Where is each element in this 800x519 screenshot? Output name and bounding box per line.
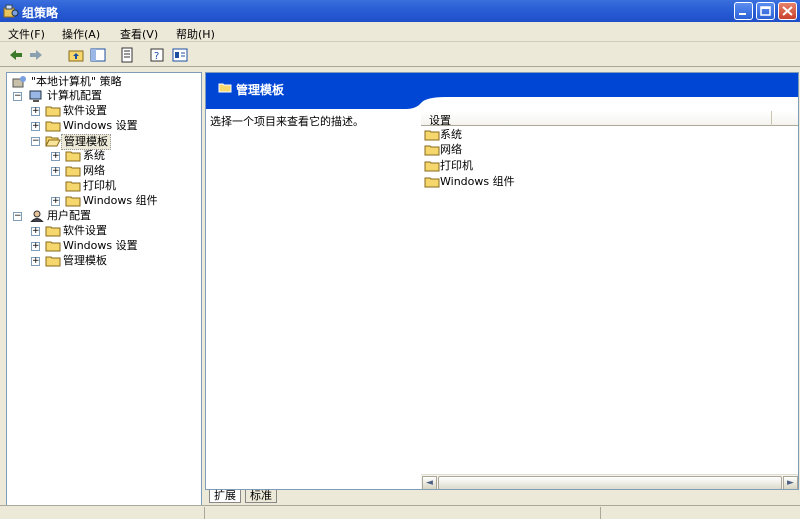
tree-item-label: 管理模板 (63, 254, 107, 267)
window-title: 组策略 (22, 6, 59, 20)
close-icon (782, 6, 793, 16)
close-button[interactable] (778, 2, 797, 20)
folder-icon (45, 256, 61, 267)
tree-item-label: Windows 设置 (63, 119, 138, 132)
expand-icon[interactable]: + (51, 197, 60, 206)
tree-root-label: "本地计算机" 策略 (31, 75, 122, 88)
expand-icon[interactable]: + (31, 227, 40, 236)
expand-icon[interactable]: + (31, 242, 40, 251)
maximize-icon (760, 6, 771, 16)
folder-icon (45, 121, 61, 132)
column-divider[interactable] (771, 111, 772, 126)
tree-item-label: 系统 (83, 149, 105, 162)
folder-icon (424, 145, 440, 156)
minimize-button[interactable] (734, 2, 753, 20)
details-pane: 管理模板 选择一个项目来查看它的描述。 设置 系统 网络 打印机 Windows… (205, 72, 799, 490)
folder-icon (45, 241, 61, 252)
toolbar: ? (0, 43, 800, 67)
folder-icon (424, 161, 440, 172)
up-folder-icon[interactable] (68, 47, 84, 63)
open-folder-icon (45, 136, 61, 147)
expand-icon[interactable]: + (31, 257, 40, 266)
tree-item-label: Windows 组件 (83, 194, 158, 207)
group-policy-icon (3, 4, 19, 18)
tree-item-label: 用户配置 (47, 209, 91, 222)
forward-arrow-icon[interactable] (28, 47, 44, 63)
menu-file[interactable]: 文件(F) (8, 26, 45, 42)
view-tabs: 扩展 标准 (205, 490, 799, 504)
folder-icon (65, 181, 81, 192)
expand-icon[interactable]: + (51, 167, 60, 176)
header-curve (206, 97, 798, 109)
description-text: 选择一个项目来查看它的描述。 (210, 115, 364, 128)
minimize-icon (739, 13, 746, 15)
help-icon[interactable]: ? (150, 47, 166, 63)
menu-bar: 文件(F) 操作(A) 查看(V) 帮助(H) (0, 22, 800, 42)
user-icon (30, 210, 44, 222)
tree-item-label: Windows 设置 (63, 239, 138, 252)
policy-root-icon (12, 76, 26, 88)
group-policy-window: 组策略 文件(F) 操作(A) 查看(V) 帮助(H) ? "本地计算机" 策略 (0, 0, 800, 519)
folder-icon (45, 106, 61, 117)
tab-standard[interactable]: 标准 (245, 490, 277, 503)
maximize-button[interactable] (756, 2, 775, 20)
svg-text:?: ? (154, 51, 159, 62)
tree-item-label: 软件设置 (63, 224, 107, 237)
tree-item-label: 网络 (83, 164, 105, 177)
folder-icon (65, 166, 81, 177)
list-header: 设置 (421, 111, 798, 128)
header-title: 管理模板 (236, 83, 285, 97)
expand-icon[interactable]: + (51, 152, 60, 161)
collapse-icon[interactable]: − (13, 92, 22, 101)
tree-item-label: 软件设置 (63, 104, 107, 117)
list-item-label: 网络 (440, 143, 462, 156)
title-bar[interactable]: 组策略 (0, 0, 800, 22)
tree-item-label: 计算机配置 (47, 89, 102, 102)
export-list-icon[interactable] (120, 47, 136, 63)
tab-extended[interactable]: 扩展 (209, 490, 241, 503)
collapse-icon[interactable]: − (13, 212, 22, 221)
collapse-icon[interactable]: − (31, 137, 40, 146)
status-segment (204, 507, 504, 519)
header-folder-icon (218, 83, 232, 93)
folder-icon (65, 151, 81, 162)
status-segment (600, 507, 800, 519)
properties-icon[interactable] (172, 47, 188, 63)
expand-icon[interactable]: + (31, 122, 40, 131)
folder-icon (45, 226, 61, 237)
show-hide-tree-icon[interactable] (90, 47, 106, 63)
folder-icon (65, 196, 81, 207)
console-tree: "本地计算机" 策略 − 计算机配置 + 软件设置 + Windows 设置 −… (6, 72, 202, 506)
list-item-label: 打印机 (440, 159, 473, 172)
horizontal-scrollbar[interactable]: ◄ ► (421, 474, 798, 489)
list-item-label: Windows 组件 (440, 175, 515, 188)
scroll-left-button[interactable]: ◄ (422, 476, 437, 489)
menu-help[interactable]: 帮助(H) (176, 26, 215, 42)
back-arrow-icon[interactable] (8, 47, 24, 63)
computer-icon (29, 90, 42, 102)
folder-icon (424, 130, 440, 141)
list-item-label: 系统 (440, 128, 462, 141)
folder-icon (424, 177, 440, 188)
expand-icon[interactable]: + (31, 107, 40, 116)
menu-action[interactable]: 操作(A) (62, 26, 100, 42)
column-header-settings[interactable]: 设置 (429, 112, 451, 128)
status-bar (0, 505, 800, 519)
tree-item-label: 管理模板 (61, 134, 111, 150)
scroll-right-button[interactable]: ► (783, 476, 798, 489)
menu-view[interactable]: 查看(V) (120, 26, 158, 42)
scroll-thumb[interactable] (438, 476, 782, 489)
tree-item-label: 打印机 (83, 179, 116, 192)
